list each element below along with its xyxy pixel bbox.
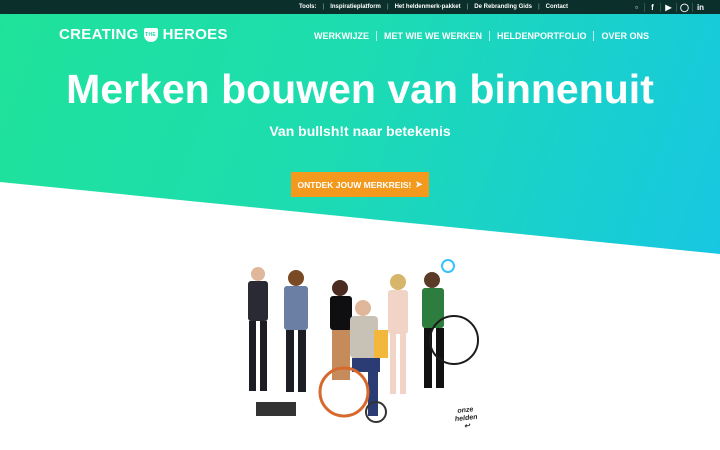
youtube-icon[interactable]: ▶ [660, 2, 676, 12]
rocket-icon: ➤ [415, 179, 423, 189]
logo-text-left: CREATING [59, 26, 139, 43]
team-caption: onze helden ↩ [454, 406, 479, 432]
main-navigation: WERKWIJZE MET WIE WE WERKEN HELDENPORTFO… [307, 31, 656, 41]
nav-item-met-wie-we-werken[interactable]: MET WIE WE WERKEN [375, 31, 489, 41]
person-5 [374, 274, 408, 394]
person-4-wheelchair [318, 300, 387, 423]
linkedin-icon[interactable]: in [692, 2, 708, 12]
link-inspiratieplatform[interactable]: Inspiratieplatform [330, 4, 381, 10]
hero-subline: Van bullsh!t naar betekenis [269, 123, 451, 139]
shield-icon: THE [143, 27, 158, 42]
instagram-icon[interactable]: ◯ [676, 2, 692, 12]
cta-label: ONTDEK JOUW MERKREIS! [297, 179, 412, 190]
logo-text-right: HEROES [162, 26, 228, 43]
hero-headline: Merken bouwen van binnenuit [66, 66, 654, 112]
nav-item-over-ons[interactable]: OVER ONS [593, 31, 656, 41]
tools-links: Tools: | Inspiratieplatform | Het helden… [298, 4, 568, 10]
cta-button[interactable]: ONTDEK JOUW MERKREIS! ➤ [291, 172, 429, 197]
person-1 [248, 267, 268, 391]
tools-label: Tools: [298, 4, 317, 10]
nav-item-heldenportfolio[interactable]: HELDENPORTFOLIO [488, 31, 594, 41]
nav-item-werkwijze[interactable]: WERKWIJZE [307, 31, 376, 41]
person-3 [330, 280, 352, 380]
person-2 [284, 270, 308, 392]
link-contact[interactable]: Contact [546, 4, 568, 10]
site-logo[interactable]: CREATING THE HEROES [59, 26, 228, 43]
social-icons: ▫ f ▶ ◯ in [629, 0, 708, 14]
bookmark-icon[interactable]: ▫ [629, 3, 644, 12]
link-rebranding-gids[interactable]: De Rebranding Gids [474, 4, 532, 10]
link-heldenmerk-pakket[interactable]: Het heldenmerk-pakket [395, 4, 461, 10]
person-6-cyclist [422, 259, 479, 388]
top-utility-bar: Tools: | Inspiratieplatform | Het helden… [0, 0, 720, 14]
team-photo [248, 259, 479, 423]
facebook-icon[interactable]: f [644, 2, 660, 12]
